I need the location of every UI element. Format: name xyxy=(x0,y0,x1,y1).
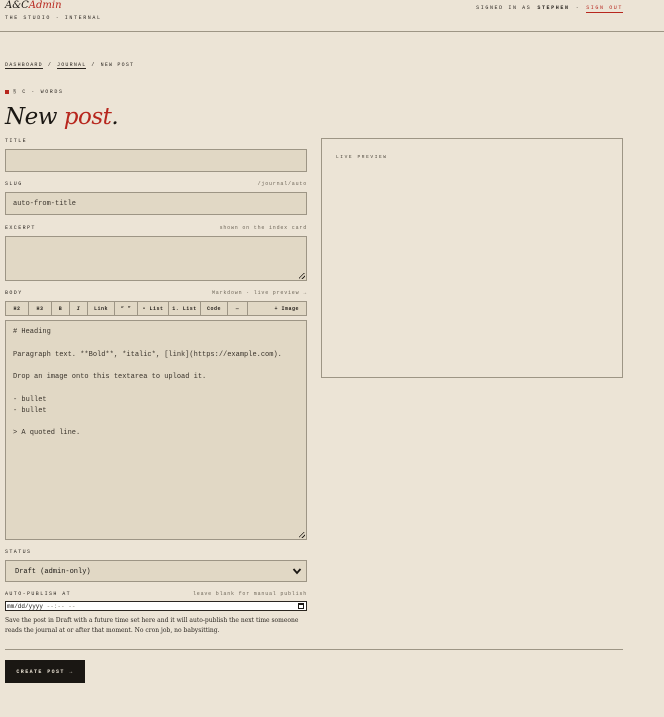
auto-publish-label: Auto-publish at xyxy=(5,591,72,597)
breadcrumb-dashboard[interactable]: Dashboard xyxy=(5,62,43,69)
datetime-value: mm/dd/yyyy --:-- -- xyxy=(7,603,75,610)
toolbar-italic-button[interactable]: I xyxy=(70,302,88,315)
excerpt-textarea[interactable] xyxy=(5,236,307,281)
brand-name-accent: Admin xyxy=(28,0,62,11)
date-placeholder: mm/dd/yyyy xyxy=(7,603,44,610)
user-separator: · xyxy=(575,5,581,11)
body-label: Body xyxy=(5,290,23,296)
excerpt-label: Excerpt xyxy=(5,225,36,231)
eyebrow-text: § C · Words xyxy=(13,89,64,95)
toolbar-link-button[interactable]: Link xyxy=(88,302,115,315)
body-line: - bullet xyxy=(13,407,47,415)
live-preview-panel: Live preview xyxy=(321,138,623,378)
markdown-toolbar: H2 H3 B I Link “ ” • List 1. List Code —… xyxy=(5,301,307,316)
breadcrumb: Dashboard / Journal / New post xyxy=(5,62,134,69)
top-bar: A&CAdmin The Studio · Internal Signed in… xyxy=(0,0,664,32)
sign-out-link[interactable]: Sign out xyxy=(586,5,623,13)
status-value: Draft (admin-only) xyxy=(15,568,91,576)
toolbar-h3-button[interactable]: H3 xyxy=(29,302,52,315)
resize-handle-icon[interactable] xyxy=(299,532,305,538)
slug-input[interactable]: auto-from-title xyxy=(5,192,307,215)
body-line: Drop an image onto this textarea to uplo… xyxy=(13,373,207,381)
brand-name: A&C xyxy=(5,0,29,11)
status-label: Status xyxy=(5,549,32,555)
create-post-button[interactable]: Create post → xyxy=(5,660,85,683)
toolbar-bold-button[interactable]: B xyxy=(52,302,70,315)
toolbar-bullet-list-button[interactable]: • List xyxy=(138,302,169,315)
page-title-accent: post xyxy=(63,104,112,130)
page-title-punct: . xyxy=(111,104,119,130)
slug-label: Slug xyxy=(5,181,23,187)
status-select[interactable]: Draft (admin-only) xyxy=(5,560,307,582)
resize-handle-icon[interactable] xyxy=(299,273,305,279)
section-eyebrow: § C · Words xyxy=(5,89,64,95)
time-placeholder: --:-- -- xyxy=(46,603,76,610)
body-line: > A quoted line. xyxy=(13,429,81,437)
body-line: # Heading xyxy=(13,328,51,336)
toolbar-image-button[interactable]: + Image xyxy=(274,302,306,315)
signed-in-label: Signed in as xyxy=(476,5,532,11)
page-title-main: New xyxy=(5,104,57,130)
toolbar-quote-button[interactable]: “ ” xyxy=(115,302,138,315)
title-label: Title xyxy=(5,138,28,144)
breadcrumb-current: New post xyxy=(100,62,135,68)
username: stephen xyxy=(537,5,570,11)
auto-publish-help: Save the post in Draft with a future tim… xyxy=(5,617,299,634)
breadcrumb-journal[interactable]: Journal xyxy=(57,62,87,69)
body-textarea[interactable]: # Heading Paragraph text. **Bold**, *ita… xyxy=(5,320,307,540)
excerpt-hint: shown on the index card xyxy=(219,225,307,231)
auto-publish-datetime-input[interactable]: mm/dd/yyyy --:-- -- xyxy=(5,601,307,611)
body-line: - bullet xyxy=(13,396,47,404)
slug-hint: /journal/auto xyxy=(257,181,307,187)
title-input[interactable] xyxy=(5,149,307,172)
breadcrumb-separator: / xyxy=(47,62,53,68)
toolbar-numbered-list-button[interactable]: 1. List xyxy=(169,302,201,315)
chevron-down-icon xyxy=(292,568,302,575)
auto-publish-hint: leave blank for manual publish xyxy=(192,591,307,597)
page-title: New post. xyxy=(5,104,119,130)
toolbar-rule-button[interactable]: — xyxy=(228,302,248,315)
divider xyxy=(5,649,623,650)
brand-logo[interactable]: A&CAdmin xyxy=(5,0,62,11)
live-preview-label: Live preview xyxy=(336,155,388,160)
toolbar-code-button[interactable]: Code xyxy=(201,302,228,315)
toolbar-h2-button[interactable]: H2 xyxy=(6,302,29,315)
brand-subtitle: The Studio · Internal xyxy=(5,15,102,21)
calendar-icon[interactable] xyxy=(298,603,304,609)
square-marker-icon xyxy=(5,90,9,94)
body-line: Paragraph text. **Bold**, *italic*, [lin… xyxy=(13,351,282,359)
body-hint: Markdown · live preview → xyxy=(211,290,307,296)
slug-value: auto-from-title xyxy=(13,200,77,208)
user-bar: Signed in as stephen · Sign out xyxy=(476,5,623,13)
breadcrumb-separator: / xyxy=(91,62,96,68)
